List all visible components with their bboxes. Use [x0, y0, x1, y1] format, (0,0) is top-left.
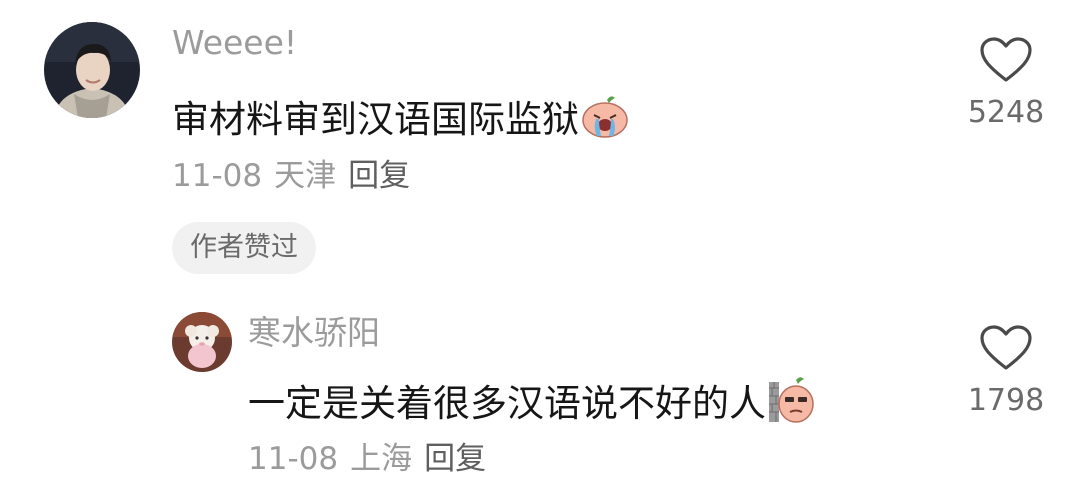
comment-text: 一定是关着很多汉语说不好的人: [248, 376, 814, 430]
like-count: 1798: [967, 383, 1045, 418]
comment-meta: 11-08 上海 回复: [248, 444, 486, 475]
avatar[interactable]: [44, 22, 140, 118]
comment-location: 上海: [350, 441, 413, 477]
comment-text-body: 一定是关着很多汉语说不好的人: [248, 381, 766, 425]
heart-icon[interactable]: [979, 36, 1033, 84]
like-button[interactable]: 5248: [966, 36, 1046, 128]
like-button[interactable]: 1798: [966, 324, 1046, 416]
reply-button[interactable]: 回复: [348, 161, 410, 192]
like-count: 5248: [967, 95, 1045, 130]
comment-location: 天津: [274, 158, 337, 194]
comment-list: Weeee! 审材料审到汉语国际监狱 11-08 天津 回复 作者赞过 5248…: [0, 0, 1080, 503]
reply-button[interactable]: 回复: [424, 444, 486, 475]
comment-text-body: 审材料审到汉语国际监狱: [172, 97, 579, 141]
peeking-face-sticker-icon: [768, 376, 814, 430]
comment-text: 审材料审到汉语国际监狱: [172, 94, 629, 144]
comment-date: 11-08: [172, 158, 263, 194]
comment-meta: 11-08 天津 回复: [172, 161, 410, 192]
comment-date: 11-08: [248, 441, 339, 477]
author-liked-badge: 作者赞过: [172, 222, 316, 274]
avatar[interactable]: [172, 312, 232, 372]
crying-face-sticker-icon: [581, 94, 629, 144]
username[interactable]: 寒水骄阳: [248, 316, 380, 349]
heart-icon[interactable]: [979, 324, 1033, 372]
username[interactable]: Weeee!: [172, 26, 297, 59]
